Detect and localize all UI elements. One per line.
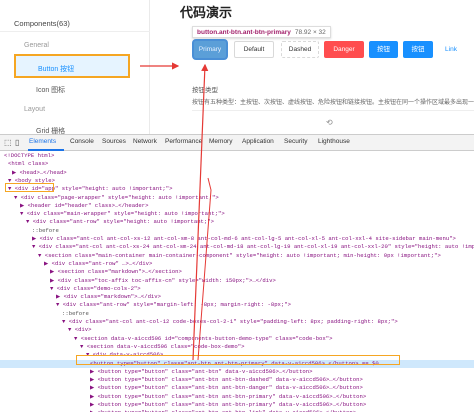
dom-node-text: ▶ <button type="button" class="ant-btn a… (90, 376, 363, 384)
dom-node-line[interactable]: ▼ <div class="page-wrapper" style="heigh… (0, 194, 474, 203)
section-label: 按钮类型 (192, 87, 218, 94)
dom-node-line[interactable]: ▼ <div> (0, 326, 474, 335)
dom-node-line[interactable]: ▶ <section class="markdown">…</section> (0, 268, 474, 277)
sidebar-group-components[interactable]: Components(63) (14, 19, 70, 28)
tab-performance[interactable]: Performance (165, 138, 202, 145)
dom-node-line[interactable]: ▼ <div class="ant-col ant-col-xs-24 ant-… (0, 243, 474, 252)
selected-node-highlight (76, 355, 400, 365)
sidebar-item-icon[interactable]: Icon 图标 (36, 85, 65, 95)
dom-node-text: ▶ <div class="toc-affix toc-affix-cn" st… (50, 276, 276, 284)
dom-node-line[interactable]: ::before (0, 227, 474, 236)
sidebar-divider (0, 31, 150, 32)
dom-node-text: ▼ <div class="ant-row" style="margin-lef… (56, 301, 291, 309)
primary-button-cn-1[interactable]: 按钮 (369, 41, 398, 58)
tab-elements[interactable]: Elements (29, 138, 56, 145)
dom-node-text: ▼ <div class="ant-col ant-col-xs-24 ant-… (32, 243, 474, 251)
tab-memory[interactable]: Memory (209, 138, 232, 145)
tooltip-selector: button.ant-btn.ant-btn-primary (197, 29, 291, 36)
dom-node-text: ▼ <div class="main-wrapper" style="heigh… (20, 210, 225, 218)
danger-button[interactable]: Danger (324, 41, 364, 58)
dom-node-text: ▼ <section data-v-a1ccd506 id="component… (74, 334, 333, 342)
active-tab-indicator (28, 149, 64, 151)
sidebar: Components(63) General Button 按钮 Icon 图标… (0, 0, 150, 135)
dom-node-text: ▶ <div class="ant-col ant-col-xs-12 ant-… (32, 235, 456, 242)
dom-node-line[interactable]: ▶ <div class="ant-row" …>…</div> (0, 260, 474, 269)
dom-node-text: ▼ <div class="demo-cols-2"> (50, 284, 141, 292)
dom-node-line[interactable]: ▶ <header id="header" class>…</header> (0, 202, 474, 211)
page-viewport: Components(63) General Button 按钮 Icon 图标… (0, 0, 474, 135)
dom-node-line[interactable]: ▼ <div class="ant-col ant-col-12 code-bo… (0, 318, 474, 327)
dom-node-line[interactable]: ▶ <button type="button" class="ant-btn a… (0, 401, 474, 410)
dom-node-text: ::before (62, 309, 89, 317)
dom-node-line[interactable]: ▼ <body style> (0, 177, 474, 186)
dom-node-line[interactable]: ▶ <button type="button" class="ant-btn" … (0, 368, 474, 377)
dom-node-line[interactable]: ▶ <head>…</head> (0, 169, 474, 178)
main-content: 代码演示 button.ant-btn.ant-btn-primary 78.92… (170, 0, 474, 134)
section-description: 按钮有五种类型：主按钮、次按钮、虚线按钮、危险按钮和链接按钮。主按钮在同一个操作… (192, 100, 474, 106)
sidebar-item-button[interactable]: Button 按钮 (14, 54, 130, 78)
primary-button[interactable]: Primary (194, 41, 226, 58)
dom-node-text: ▶ <head>…</head> (12, 168, 67, 176)
code-icon[interactable]: ⟲ (326, 118, 333, 127)
inspect-element-icon[interactable]: ⬚ (4, 138, 12, 147)
dom-node-line[interactable]: ▶ <button type="button" class="ant-btn a… (0, 393, 474, 402)
default-button[interactable]: Default (234, 41, 274, 58)
dom-node-line[interactable]: ▶ <div class="ant-col ant-col-xs-12 ant-… (0, 235, 474, 244)
dom-node-text: ::before (32, 226, 59, 234)
elements-tree: <!DOCTYPE html> <html class> ▶ <head>…</he… (0, 152, 474, 412)
dom-node-line[interactable]: ▼ <div class="main-wrapper" style="heigh… (0, 210, 474, 219)
dom-node-text: ▶ <header id="header" class>…</header> (20, 201, 149, 209)
dom-node-text: ▼ <div class="ant-col ant-col-12 code-bo… (62, 318, 398, 325)
tab-lighthouse[interactable]: Lighthouse (318, 138, 350, 145)
dom-node-line[interactable]: ▼ <div class="ant-row" style="margin-lef… (0, 301, 474, 310)
dashed-button[interactable]: Dashed (281, 41, 319, 58)
dom-node-text: ▶ <button type="button" class="ant-btn a… (90, 384, 363, 392)
tab-security[interactable]: Security (284, 138, 307, 145)
link-button[interactable]: Link (438, 41, 464, 58)
page-title: 代码演示 (180, 5, 233, 20)
dom-node-text: <!DOCTYPE html> (4, 152, 55, 159)
inspect-tooltip: button.ant-btn.ant-btn-primary 78.92 × 32 (192, 26, 331, 38)
dom-node-line[interactable]: ▶ <div class="toc-affix toc-affix-cn" st… (0, 277, 474, 286)
dom-node-line[interactable]: ▼ <div class="ant-row" style="height: au… (0, 218, 474, 227)
dom-node-line[interactable]: <html class> (0, 160, 474, 169)
tab-console[interactable]: Console (70, 138, 94, 145)
sidebar-item-label: Button 按钮 (38, 66, 75, 73)
dom-node-text: ▶ <div class="markdown">…</div> (56, 293, 162, 301)
dom-node-text: ▼ <div class="ant-row" style="height: au… (26, 218, 214, 226)
dom-node-line[interactable]: ::before (0, 310, 474, 319)
dom-node-line[interactable]: <!DOCTYPE html> (0, 152, 474, 161)
dom-node-text: ▼ <div class="page-wrapper" style="heigh… (14, 193, 219, 201)
dom-node-text: ▼ <section data-v-a1ccd506 class="code-b… (80, 342, 245, 350)
dom-node-line[interactable]: ▼ <div class="demo-cols-2"> (0, 285, 474, 294)
tab-sources[interactable]: Sources (102, 138, 126, 145)
devtools-panel: ⬚ ▯ Elements Console Sources Network Per… (0, 134, 474, 412)
sidebar-group-general: General (24, 42, 49, 49)
app-div-highlight (5, 183, 54, 192)
dom-node-text: ▶ <div class="ant-row" …>…</div> (44, 259, 153, 267)
devtools-tabbar: ⬚ ▯ Elements Console Sources Network Per… (0, 135, 474, 151)
dom-node-text: ▼ <div> (68, 326, 92, 334)
dom-node-line[interactable]: ▼ <section data-v-a1ccd506 id="component… (0, 335, 474, 344)
divider (192, 110, 474, 111)
dom-node-text: <html class> (8, 160, 49, 168)
dom-node-line[interactable]: ▶ <div class="markdown">…</div> (0, 293, 474, 302)
dom-node-text: ▶ <section class="markdown">…</section> (50, 268, 182, 276)
sidebar-group-layout: Layout (24, 106, 46, 113)
dom-node-line[interactable]: ▶ <button type="button" class="ant-btn a… (0, 384, 474, 393)
dom-node-line[interactable]: ▼ <section class="main-container main-co… (0, 252, 474, 261)
dom-node-line[interactable]: ▼ <section data-v-a1ccd506 class="code-b… (0, 343, 474, 352)
dom-node-text: ▶ <button type="button" class="ant-btn" … (90, 367, 313, 375)
dom-node-line[interactable]: ▼ <div id="app" style="height: auto !imp… (0, 185, 474, 194)
dom-node-line[interactable]: ▶ <button type="button" class="ant-btn a… (0, 376, 474, 385)
primary-button-cn-2[interactable]: 按钮 (403, 41, 433, 58)
tab-network[interactable]: Network (133, 138, 157, 145)
dom-node-text: ▼ <section class="main-container main-co… (38, 251, 441, 259)
dom-node-text: ▶ <button type="button" class="ant-btn a… (90, 392, 367, 400)
tooltip-size: 78.92 × 32 (294, 29, 326, 36)
dom-node-text: ▶ <button type="button" class="ant-btn a… (90, 401, 367, 408)
device-toolbar-icon[interactable]: ▯ (15, 138, 19, 147)
tab-application[interactable]: Application (242, 138, 274, 145)
